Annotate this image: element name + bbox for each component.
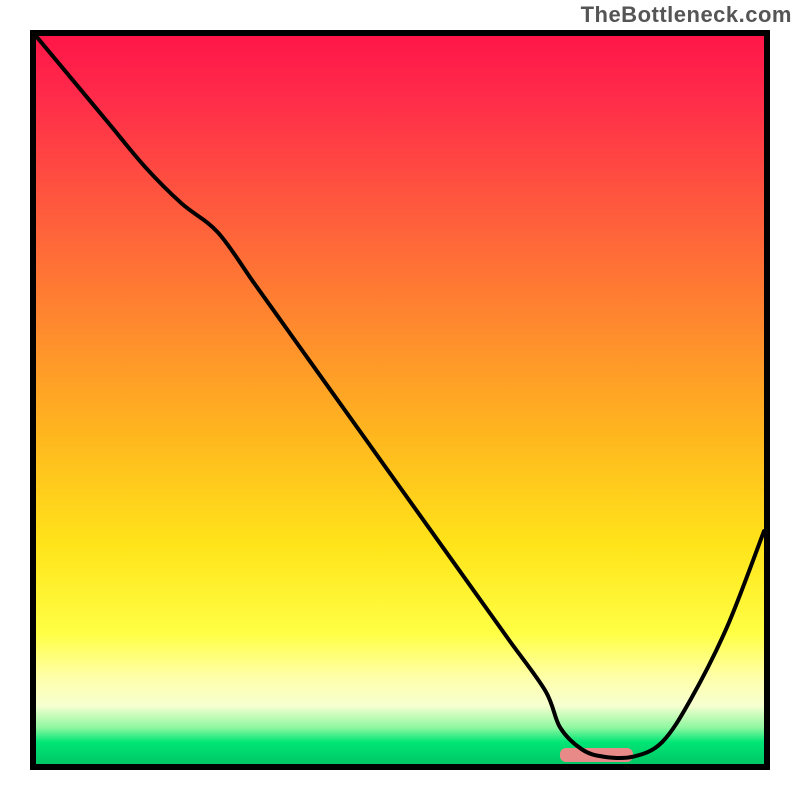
plot-frame <box>30 30 770 770</box>
bottleneck-curve <box>36 36 764 764</box>
chart-stage: TheBottleneck.com <box>0 0 800 800</box>
watermark-text: TheBottleneck.com <box>581 2 792 28</box>
